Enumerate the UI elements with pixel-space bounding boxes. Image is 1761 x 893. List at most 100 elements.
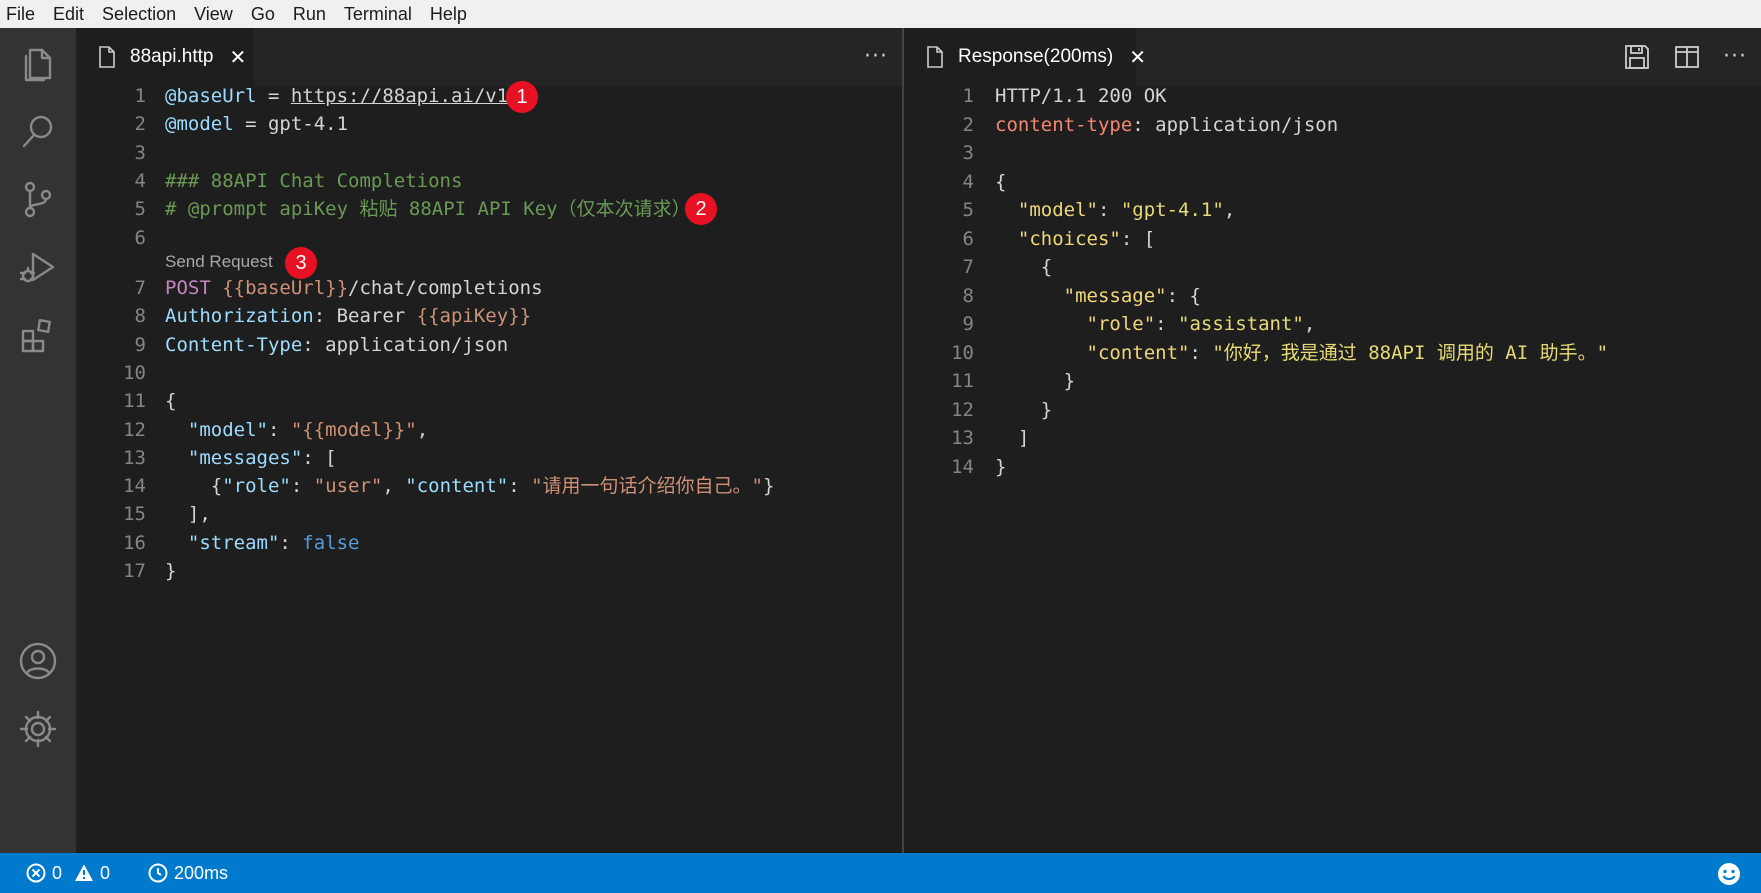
line-number: 2 xyxy=(134,113,146,136)
token: : Bearer xyxy=(313,305,417,328)
token: } xyxy=(165,560,177,582)
editor-group-request: 88api.http ✕ ··· 1 @baseUrl = https://88a… xyxy=(76,28,902,853)
token: @baseUrl xyxy=(165,85,257,107)
activity-bar xyxy=(0,28,76,853)
token: : xyxy=(267,418,291,441)
run-debug-icon[interactable] xyxy=(17,246,59,288)
token: : [ xyxy=(1120,227,1156,250)
error-icon xyxy=(26,863,46,883)
explorer-icon[interactable] xyxy=(17,42,59,84)
token: "role" xyxy=(222,475,291,498)
extensions-icon[interactable] xyxy=(17,314,59,356)
code-line: ### 88API Chat Completions xyxy=(165,166,462,196)
token: , xyxy=(416,418,429,441)
line-number: 1 xyxy=(962,85,974,107)
token: @model xyxy=(165,113,234,136)
token: https://88api.ai/v1 xyxy=(290,85,509,107)
token: "role" xyxy=(1086,313,1156,335)
code-line: "content": "你好，我是通过 88API 调用的 AI 助手。" xyxy=(995,338,1609,368)
token: # @prompt apiKey 粘贴 88API API Key（仅本次请求） xyxy=(165,198,691,221)
error-count: 0 xyxy=(52,862,63,883)
code-line: } xyxy=(995,366,1075,396)
token: { xyxy=(165,390,177,413)
token: : xyxy=(279,531,303,554)
code-line: @model = gpt-4.1 xyxy=(165,109,348,139)
more-actions-icon[interactable]: ··· xyxy=(1723,46,1747,68)
line-number: 10 xyxy=(951,341,974,364)
code-line: # @prompt apiKey 粘贴 88API API Key（仅本次请求） xyxy=(165,194,691,224)
menu-view[interactable]: View xyxy=(194,4,233,25)
menu-selection[interactable]: Selection xyxy=(102,4,176,25)
tab-88api-http[interactable]: 88api.http ✕ xyxy=(76,28,254,86)
menu-edit[interactable]: Edit xyxy=(53,4,84,25)
menu-help[interactable]: Help xyxy=(430,4,467,25)
line-number: 12 xyxy=(951,398,974,421)
code-line: "model": "gpt-4.1", xyxy=(995,195,1235,225)
token: "message" xyxy=(1063,284,1167,307)
token: "model" xyxy=(1017,199,1098,221)
line-number: 13 xyxy=(951,427,974,449)
close-icon[interactable]: ✕ xyxy=(229,45,246,69)
line-number: 14 xyxy=(951,455,974,478)
send-request-codelens[interactable]: Send Request xyxy=(165,249,273,275)
clock-icon xyxy=(148,863,168,883)
editor-group-response: Response(200ms) ✕ ··· 1 HTTP/1.1 200 OK 2 c… xyxy=(904,28,1761,853)
problems-status[interactable]: 0 0 xyxy=(26,863,122,884)
token: : [ xyxy=(302,446,337,469)
token: false xyxy=(302,531,360,554)
token: , xyxy=(1303,313,1316,335)
code-line: "choices": [ xyxy=(995,224,1155,254)
code-line: { xyxy=(165,386,176,416)
menu-file[interactable]: File xyxy=(6,4,35,25)
token: : xyxy=(290,475,314,498)
code-line: "model": "{{model}}", xyxy=(165,415,428,445)
line-number: 8 xyxy=(134,305,146,328)
token: : xyxy=(508,475,532,498)
more-actions-icon[interactable]: ··· xyxy=(864,46,888,68)
tab-bar: Response(200ms) ✕ ··· xyxy=(904,28,1761,86)
token: HTTP/1.1 200 OK xyxy=(995,85,1167,107)
tab-label: 88api.http xyxy=(130,46,214,67)
token: } xyxy=(995,370,1076,392)
code-line: } xyxy=(165,556,176,586)
source-control-icon[interactable] xyxy=(17,178,59,220)
token: : { xyxy=(1166,284,1201,307)
line-number: 1 xyxy=(134,85,146,107)
menu-terminal[interactable]: Terminal xyxy=(344,4,412,25)
code-line: @baseUrl = https://88api.ai/v1 xyxy=(165,81,508,111)
line-number: 9 xyxy=(962,313,974,335)
token: : xyxy=(1097,199,1121,221)
token: { xyxy=(995,170,1007,193)
token: "content" xyxy=(1086,341,1190,364)
line-number: 13 xyxy=(123,446,146,469)
line-number: 5 xyxy=(134,198,146,221)
line-number: 4 xyxy=(134,169,146,192)
tab-bar: 88api.http ✕ ··· xyxy=(76,28,902,86)
token: /chat/completions xyxy=(348,277,543,299)
line-number: 4 xyxy=(962,170,974,193)
line-number: 10 xyxy=(123,361,146,384)
token: } xyxy=(995,398,1053,421)
menu-go[interactable]: Go xyxy=(251,4,275,25)
token: { xyxy=(165,475,223,498)
save-response-icon[interactable] xyxy=(1623,43,1651,71)
response-time-status[interactable]: 200ms xyxy=(148,863,228,884)
settings-gear-icon[interactable] xyxy=(17,708,59,750)
line-number: 3 xyxy=(962,142,974,164)
search-icon[interactable] xyxy=(17,110,59,152)
code-line: } xyxy=(995,452,1006,482)
menu-run[interactable]: Run xyxy=(293,4,326,25)
account-icon[interactable] xyxy=(17,640,59,682)
line-number: 12 xyxy=(123,418,146,441)
tab-response[interactable]: Response(200ms) ✕ xyxy=(904,28,1146,86)
feedback-smiley-icon[interactable] xyxy=(1717,862,1741,886)
token: : xyxy=(1155,313,1179,335)
split-editor-icon[interactable] xyxy=(1673,43,1701,71)
close-icon[interactable]: ✕ xyxy=(1129,45,1146,69)
